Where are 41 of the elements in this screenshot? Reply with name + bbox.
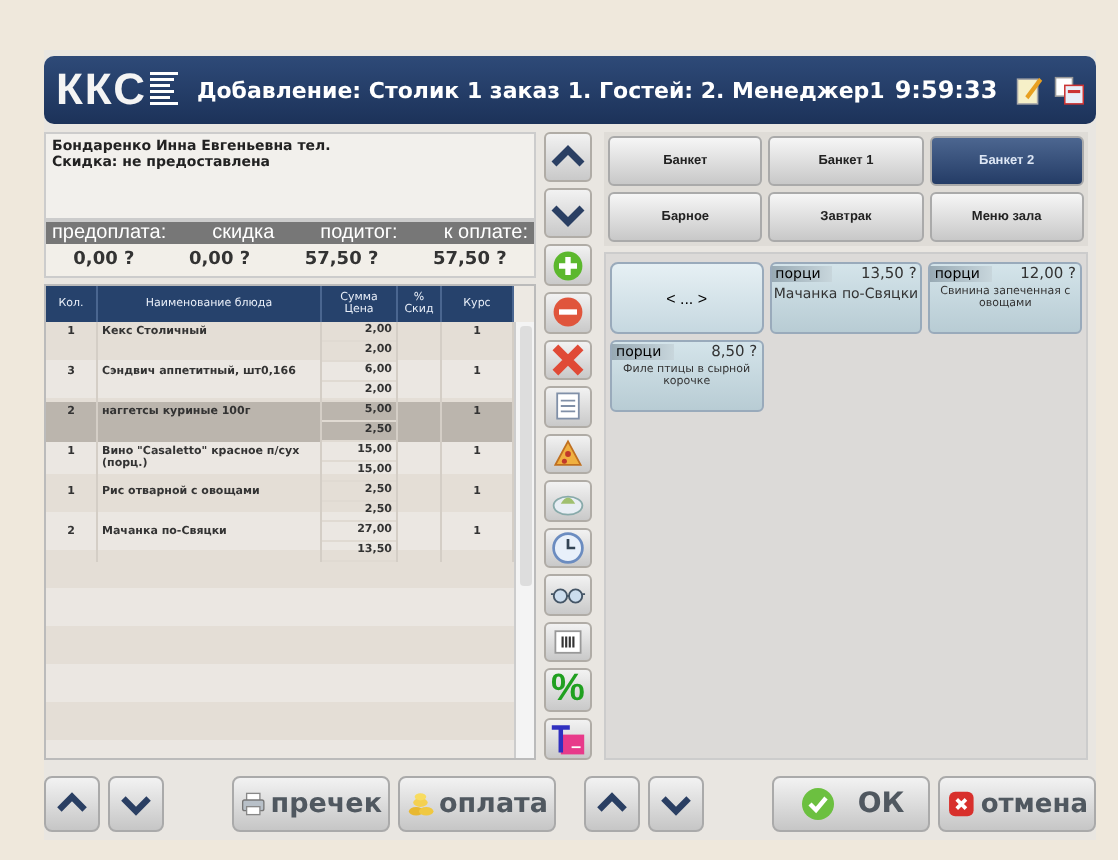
scroll-up-button[interactable]: [44, 776, 100, 832]
summary-label: подитог:: [320, 222, 398, 244]
document-button[interactable]: [544, 386, 592, 428]
clock-button[interactable]: [544, 527, 592, 569]
pizza-icon: [550, 435, 586, 472]
summary-value: 0,00 ?: [73, 250, 135, 270]
payment-button[interactable]: оплата: [398, 776, 556, 832]
scroll-down-button[interactable]: [544, 188, 592, 239]
summary-label: к оплате:: [443, 222, 528, 244]
scroll-up-button[interactable]: [544, 132, 592, 183]
tie-icon: [550, 721, 586, 758]
glasses-button[interactable]: [544, 574, 592, 616]
delete-button[interactable]: [544, 339, 592, 381]
logo-icon: [150, 70, 179, 110]
logo: ККС: [56, 64, 147, 116]
delete-icon: [550, 341, 586, 378]
document-icon: [550, 388, 586, 425]
plus-icon: [550, 247, 586, 284]
pizza-button[interactable]: [544, 433, 592, 475]
glasses-icon: [550, 587, 586, 604]
clock-icon: [550, 530, 586, 567]
scroll-down-button[interactable]: [108, 776, 164, 832]
remove-button[interactable]: [544, 291, 592, 334]
summary-value: 57,50 ?: [432, 250, 507, 270]
summary-label: предоплата:: [52, 222, 167, 244]
summary-value: 0,00 ?: [189, 250, 251, 270]
split-button[interactable]: [544, 718, 592, 761]
minus-icon: [550, 294, 586, 331]
cancel-button[interactable]: отмена: [938, 776, 1096, 832]
check-icon: [797, 784, 838, 824]
scrollbar[interactable]: [514, 322, 534, 758]
summary-label: скидка: [212, 222, 275, 244]
back-button[interactable]: < ... >: [610, 262, 764, 334]
scroll-down-button[interactable]: [648, 776, 704, 832]
ok-button[interactable]: ОК: [772, 776, 930, 832]
clock-time: 9:59:33: [894, 76, 998, 104]
scroll-up-button[interactable]: [584, 776, 640, 832]
window-title: Добавление: Столик 1 заказ 1. Гостей: 2. Менеджер1: [196, 77, 885, 103]
precheck-button[interactable]: пречек: [232, 776, 390, 832]
barcode-button[interactable]: [544, 621, 592, 663]
summary-value: 57,50 ?: [304, 250, 379, 270]
